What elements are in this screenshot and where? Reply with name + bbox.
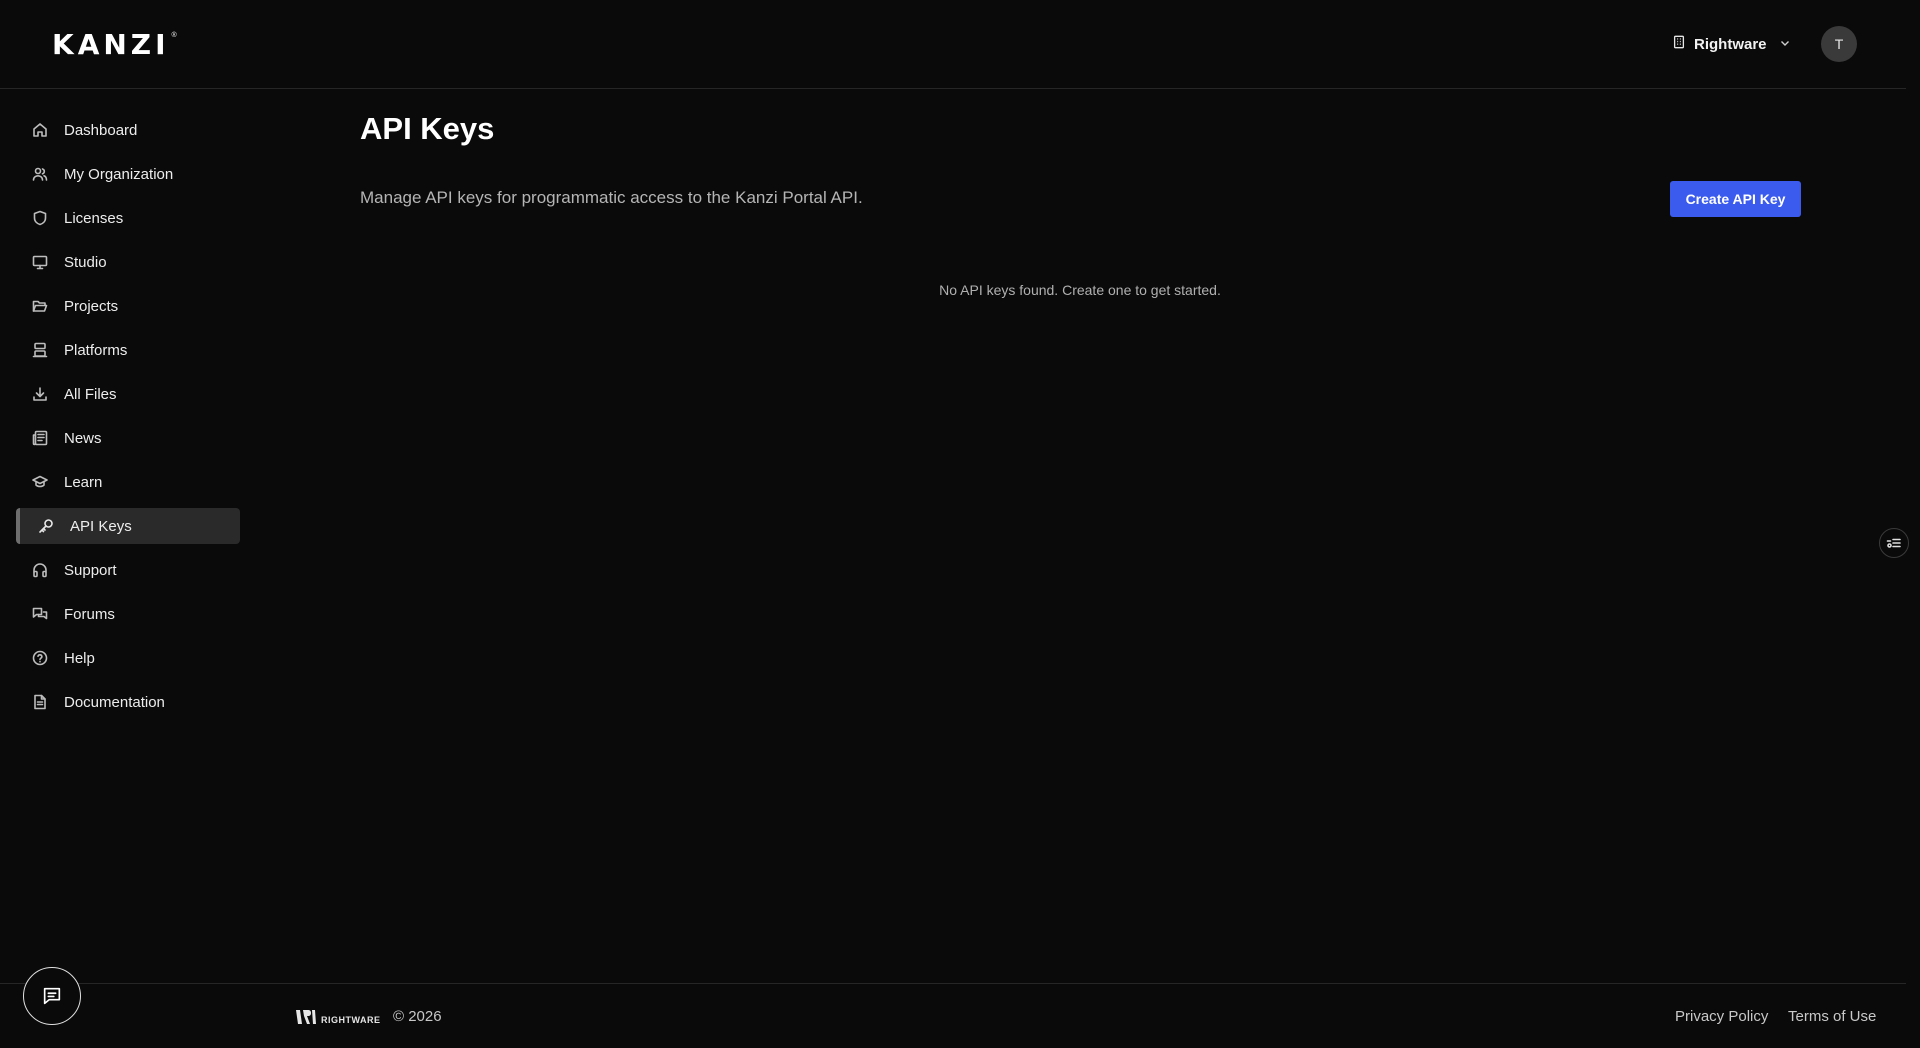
logo-registered-mark: ® [171,32,177,39]
messages-icon [32,606,48,622]
sidebar-item-label: All Files [64,385,117,403]
logo-text: KANZI [52,28,170,61]
top-header: KANZI ® Rightware T [0,0,1906,89]
empty-state-message: No API keys found. Create one to get sta… [939,282,1221,298]
sidebar-item-label: Projects [64,297,119,315]
sidebar-item-label: API Keys [70,517,132,535]
sidebar-item-label: Licenses [64,209,124,227]
sidebar-item-label: Studio [64,253,107,271]
sidebar-item-api-keys[interactable]: API Keys [16,508,240,544]
headphones-icon [32,562,48,578]
key-icon [38,518,54,534]
file-text-icon [32,694,48,710]
sidebar-item-licenses[interactable]: Licenses [16,200,240,236]
sidebar-item-label: Forums [64,605,115,623]
sidebar-item-label: Dashboard [64,121,138,139]
sidebar-item-learn[interactable]: Learn [16,464,240,500]
sidebar-item-news[interactable]: News [16,420,240,456]
chat-button[interactable] [23,967,81,1025]
chevron-down-icon [1779,36,1791,53]
sidebar-item-projects[interactable]: Projects [16,288,240,324]
sidebar-item-support[interactable]: Support [16,552,240,588]
sidebar-item-label: Learn [64,473,103,491]
sidebar-item-documentation[interactable]: Documentation [16,684,240,720]
rightware-mark-icon [295,1008,317,1031]
download-icon [32,386,48,402]
user-avatar[interactable]: T [1821,26,1857,62]
kanzi-logo[interactable]: KANZI ® [52,30,177,60]
sidebar-item-label: Documentation [64,693,165,711]
server-icon [32,342,48,358]
monitor-icon [32,254,48,270]
sidebar-item-help[interactable]: Help [16,640,240,676]
sidebar-nav: Dashboard My Organization Licenses Studi… [16,112,240,728]
sidebar-item-label: News [64,429,102,447]
page-description: Manage API keys for programmatic access … [360,188,863,207]
organization-name: Rightware [1694,35,1767,53]
help-circle-icon [32,650,48,666]
sidebar-item-label: Support [64,561,117,579]
footer-copyright: © 2026 [393,1008,442,1025]
page-footer: RIGHTWARE © 2026 Privacy Policy Terms of… [0,983,1906,1048]
graduation-cap-icon [32,474,48,490]
building-icon [1672,35,1686,53]
sidebar-item-forums[interactable]: Forums [16,596,240,632]
app-root: KANZI ® Rightware T Dashboard My Organiz… [0,0,1920,1048]
privacy-policy-link[interactable]: Privacy Policy [1675,1008,1768,1025]
create-api-key-button[interactable]: Create API Key [1670,181,1801,217]
sidebar-item-my-organization[interactable]: My Organization [16,156,240,192]
newspaper-icon [32,430,48,446]
rightware-logo[interactable]: RIGHTWARE [295,1008,381,1031]
page-title: API Keys [360,111,495,146]
footer-brand-word: RIGHTWARE [321,1014,381,1025]
sidebar-item-label: My Organization [64,165,174,183]
home-icon [32,122,48,138]
terms-of-use-link[interactable]: Terms of Use [1788,1008,1876,1025]
sidebar-item-studio[interactable]: Studio [16,244,240,280]
organization-switcher[interactable]: Rightware [1672,30,1791,58]
folder-open-icon [32,298,48,314]
sidebar-item-label: Help [64,649,95,667]
side-panel-toggle-icon[interactable] [1879,528,1909,558]
users-icon [32,166,48,182]
chat-icon [43,987,61,1005]
shield-icon [32,210,48,226]
sidebar-item-dashboard[interactable]: Dashboard [16,112,240,148]
sidebar-item-all-files[interactable]: All Files [16,376,240,412]
sidebar-item-label: Platforms [64,341,128,359]
sidebar-item-platforms[interactable]: Platforms [16,332,240,368]
